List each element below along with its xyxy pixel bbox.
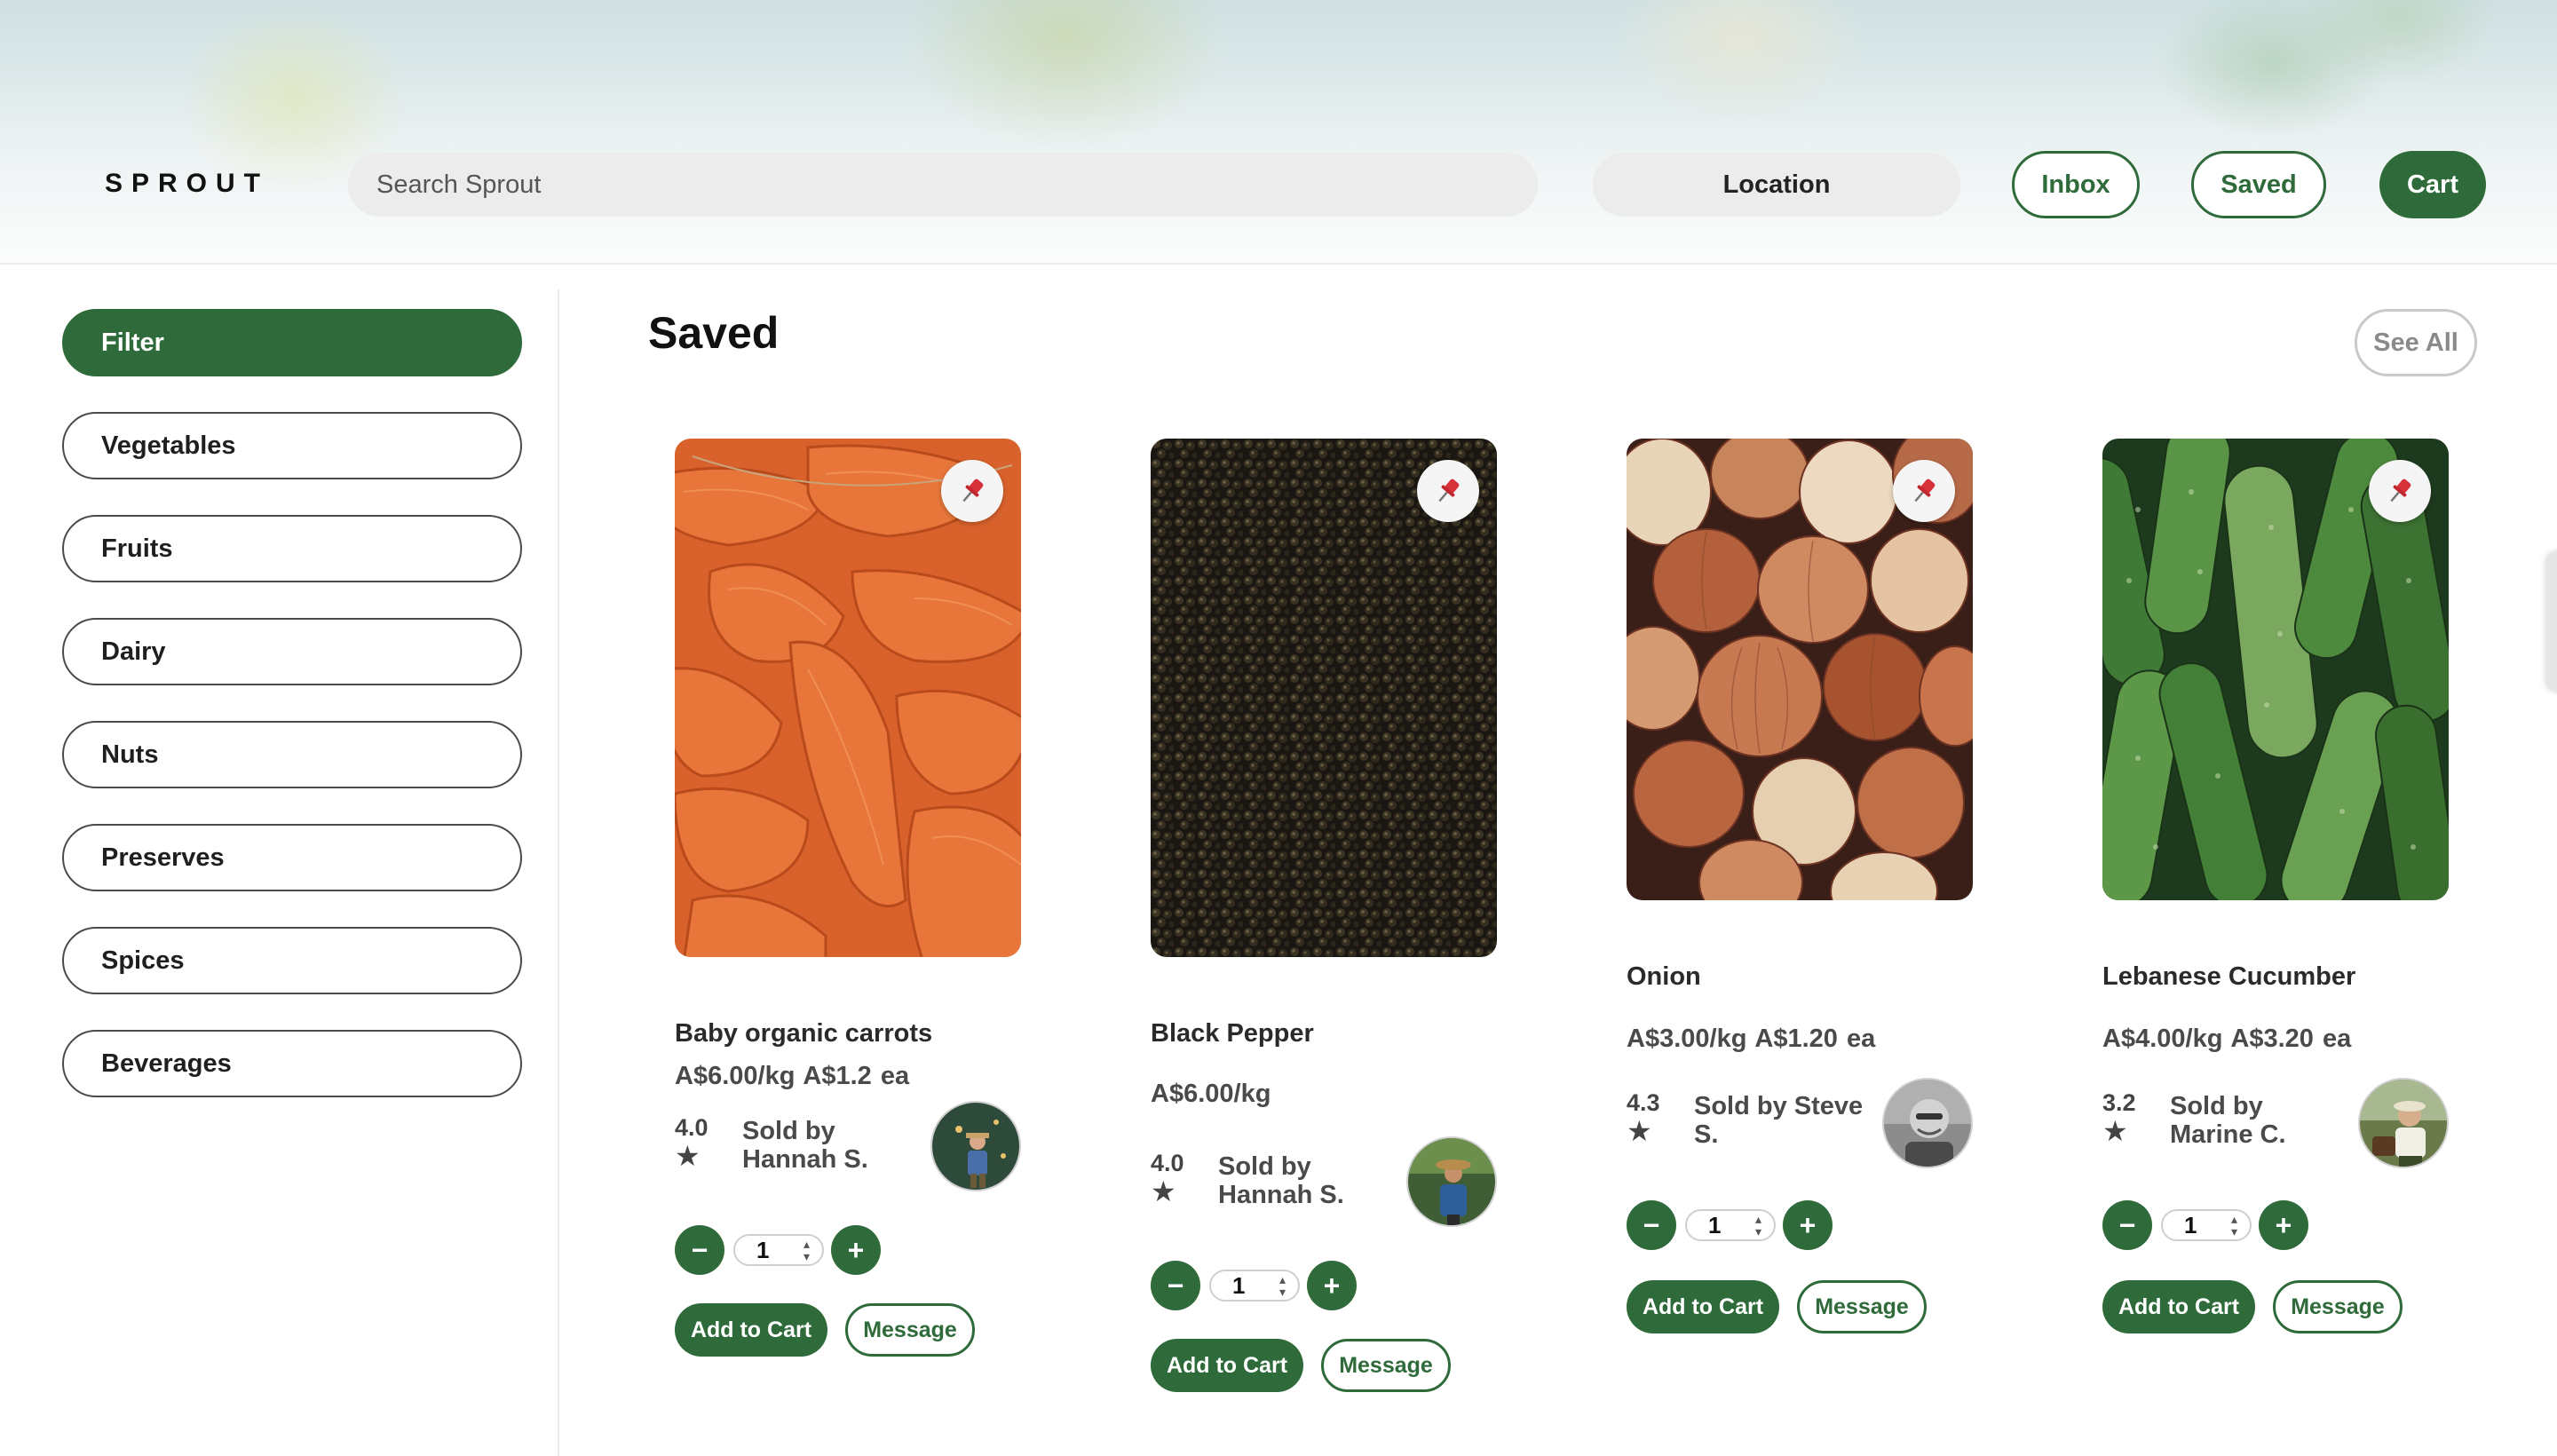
decrease-button[interactable]: − (1151, 1261, 1200, 1310)
rating: 4.0 ★ (675, 1113, 709, 1170)
seller-name[interactable]: S. (1694, 1120, 1863, 1149)
sidebar-item-nuts[interactable]: Nuts (62, 721, 522, 788)
add-to-cart-button[interactable]: Add to Cart (1627, 1280, 1779, 1333)
pin-icon[interactable] (1417, 460, 1479, 522)
location-button[interactable]: Location (1593, 153, 1960, 217)
quantity-value: 1 (2184, 1211, 2197, 1238)
seller-name[interactable]: Marine C. (2170, 1120, 2286, 1149)
product-image-cucumber[interactable] (2102, 439, 2449, 900)
quantity-input[interactable]: 1 ▴ ▾ (733, 1234, 824, 1266)
message-button[interactable]: Message (1321, 1339, 1451, 1392)
rating: 4.0 ★ (1151, 1149, 1184, 1206)
page-title: Saved (648, 308, 780, 358)
decrease-button[interactable]: − (1627, 1200, 1676, 1250)
quantity-input[interactable]: 1 ▴ ▾ (2161, 1209, 2252, 1241)
sidebar-item-beverages[interactable]: Beverages (62, 1030, 522, 1097)
increase-button[interactable]: + (2259, 1200, 2308, 1250)
sidebar-item-fruits[interactable]: Fruits (62, 515, 522, 582)
product-price: A$6.00/kg A$1.2 ea (675, 1062, 910, 1090)
spinner-icon[interactable]: ▴ ▾ (1279, 1273, 1286, 1298)
quantity-stepper: − 1 ▴ ▾ + (2102, 1200, 2308, 1250)
quantity-value: 1 (756, 1236, 770, 1263)
saved-button[interactable]: Saved (2191, 151, 2326, 218)
message-button[interactable]: Message (845, 1303, 975, 1357)
product-name[interactable]: Lebanese Cucumber (2102, 962, 2355, 992)
filter-button[interactable]: Filter (62, 309, 522, 376)
seller-line-1: Sold by (742, 1117, 835, 1145)
quantity-stepper: − 1 ▴ ▾ + (1151, 1261, 1357, 1310)
product-price: A$4.00/kg A$3.20 ea (2102, 1025, 2352, 1053)
quantity-stepper: − 1 ▴ ▾ + (1627, 1200, 1833, 1250)
pin-icon[interactable] (1893, 460, 1955, 522)
star-icon: ★ (1151, 1175, 1176, 1207)
seller-avatar[interactable] (1882, 1078, 1973, 1168)
quantity-value: 1 (1232, 1271, 1246, 1299)
seller-line-1[interactable]: Sold by Steve (1694, 1092, 1863, 1120)
rating-value: 4.0 (1151, 1150, 1184, 1176)
seller-name[interactable]: Hannah S. (742, 1145, 868, 1174)
header-bar: SPROUT Location Inbox Saved Cart (0, 0, 2557, 265)
seller-name[interactable]: Hannah S. (1218, 1181, 1344, 1209)
scroll-handle[interactable] (2546, 550, 2557, 692)
seller-label: Sold by Steve S. (1694, 1092, 1863, 1149)
increase-button[interactable]: + (831, 1225, 881, 1275)
product-image-black-pepper[interactable] (1151, 439, 1497, 957)
cart-button[interactable]: Cart (2379, 151, 2486, 218)
spinner-icon[interactable]: ▴ ▾ (804, 1238, 810, 1262)
sidebar-item-spices[interactable]: Spices (62, 927, 522, 994)
product-image-onion[interactable] (1627, 439, 1973, 900)
sidebar-item-vegetables[interactable]: Vegetables (62, 412, 522, 479)
message-button[interactable]: Message (2273, 1280, 2403, 1333)
rating-value: 4.0 (675, 1114, 709, 1141)
see-all-button[interactable]: See All (2355, 309, 2477, 376)
star-icon: ★ (2102, 1115, 2128, 1147)
seller-avatar[interactable] (930, 1101, 1021, 1191)
product-name[interactable]: Baby organic carrots (675, 1019, 932, 1048)
star-icon: ★ (1627, 1115, 1652, 1147)
increase-button[interactable]: + (1307, 1261, 1357, 1310)
increase-button[interactable]: + (1783, 1200, 1833, 1250)
seller-label: Sold by Hannah S. (742, 1117, 868, 1174)
product-price: A$3.00/kg A$1.20 ea (1627, 1025, 1876, 1053)
pin-icon[interactable] (941, 460, 1003, 522)
star-icon: ★ (675, 1140, 701, 1172)
logo[interactable]: SPROUT (105, 169, 269, 199)
product-name[interactable]: Black Pepper (1151, 1019, 1314, 1048)
message-button[interactable]: Message (1797, 1280, 1927, 1333)
product-price: A$6.00/kg (1151, 1080, 1271, 1108)
seller-label: Sold by Hannah S. (1218, 1152, 1344, 1209)
spinner-icon[interactable]: ▴ ▾ (2231, 1213, 2237, 1238)
seller-avatar[interactable] (1406, 1136, 1497, 1227)
rating-value: 3.2 (2102, 1089, 2136, 1116)
add-to-cart-button[interactable]: Add to Cart (1151, 1339, 1303, 1392)
sidebar-item-dairy[interactable]: Dairy (62, 618, 522, 685)
sidebar-item-preserves[interactable]: Preserves (62, 824, 522, 891)
product-name[interactable]: Onion (1627, 962, 1701, 992)
rating: 4.3 ★ (1627, 1088, 1660, 1145)
quantity-input[interactable]: 1 ▴ ▾ (1685, 1209, 1776, 1241)
decrease-button[interactable]: − (2102, 1200, 2152, 1250)
spinner-icon[interactable]: ▴ ▾ (1755, 1213, 1761, 1238)
sidebar-divider (558, 289, 559, 1456)
seller-line-1: Sold by (1218, 1152, 1311, 1181)
add-to-cart-button[interactable]: Add to Cart (675, 1303, 827, 1357)
search-input[interactable] (348, 153, 1538, 217)
pin-icon[interactable] (2369, 460, 2431, 522)
quantity-value: 1 (1708, 1211, 1722, 1238)
rating: 3.2 ★ (2102, 1088, 2136, 1145)
seller-line-1: Sold by (2170, 1092, 2263, 1120)
decrease-button[interactable]: − (675, 1225, 724, 1275)
seller-avatar[interactable] (2358, 1078, 2449, 1168)
product-image-carrots[interactable] (675, 439, 1021, 957)
inbox-button[interactable]: Inbox (2012, 151, 2140, 218)
rating-value: 4.3 (1627, 1089, 1660, 1116)
add-to-cart-button[interactable]: Add to Cart (2102, 1280, 2255, 1333)
quantity-input[interactable]: 1 ▴ ▾ (1209, 1270, 1300, 1302)
quantity-stepper: − 1 ▴ ▾ + (675, 1225, 881, 1275)
seller-label: Sold by Marine C. (2170, 1092, 2286, 1149)
